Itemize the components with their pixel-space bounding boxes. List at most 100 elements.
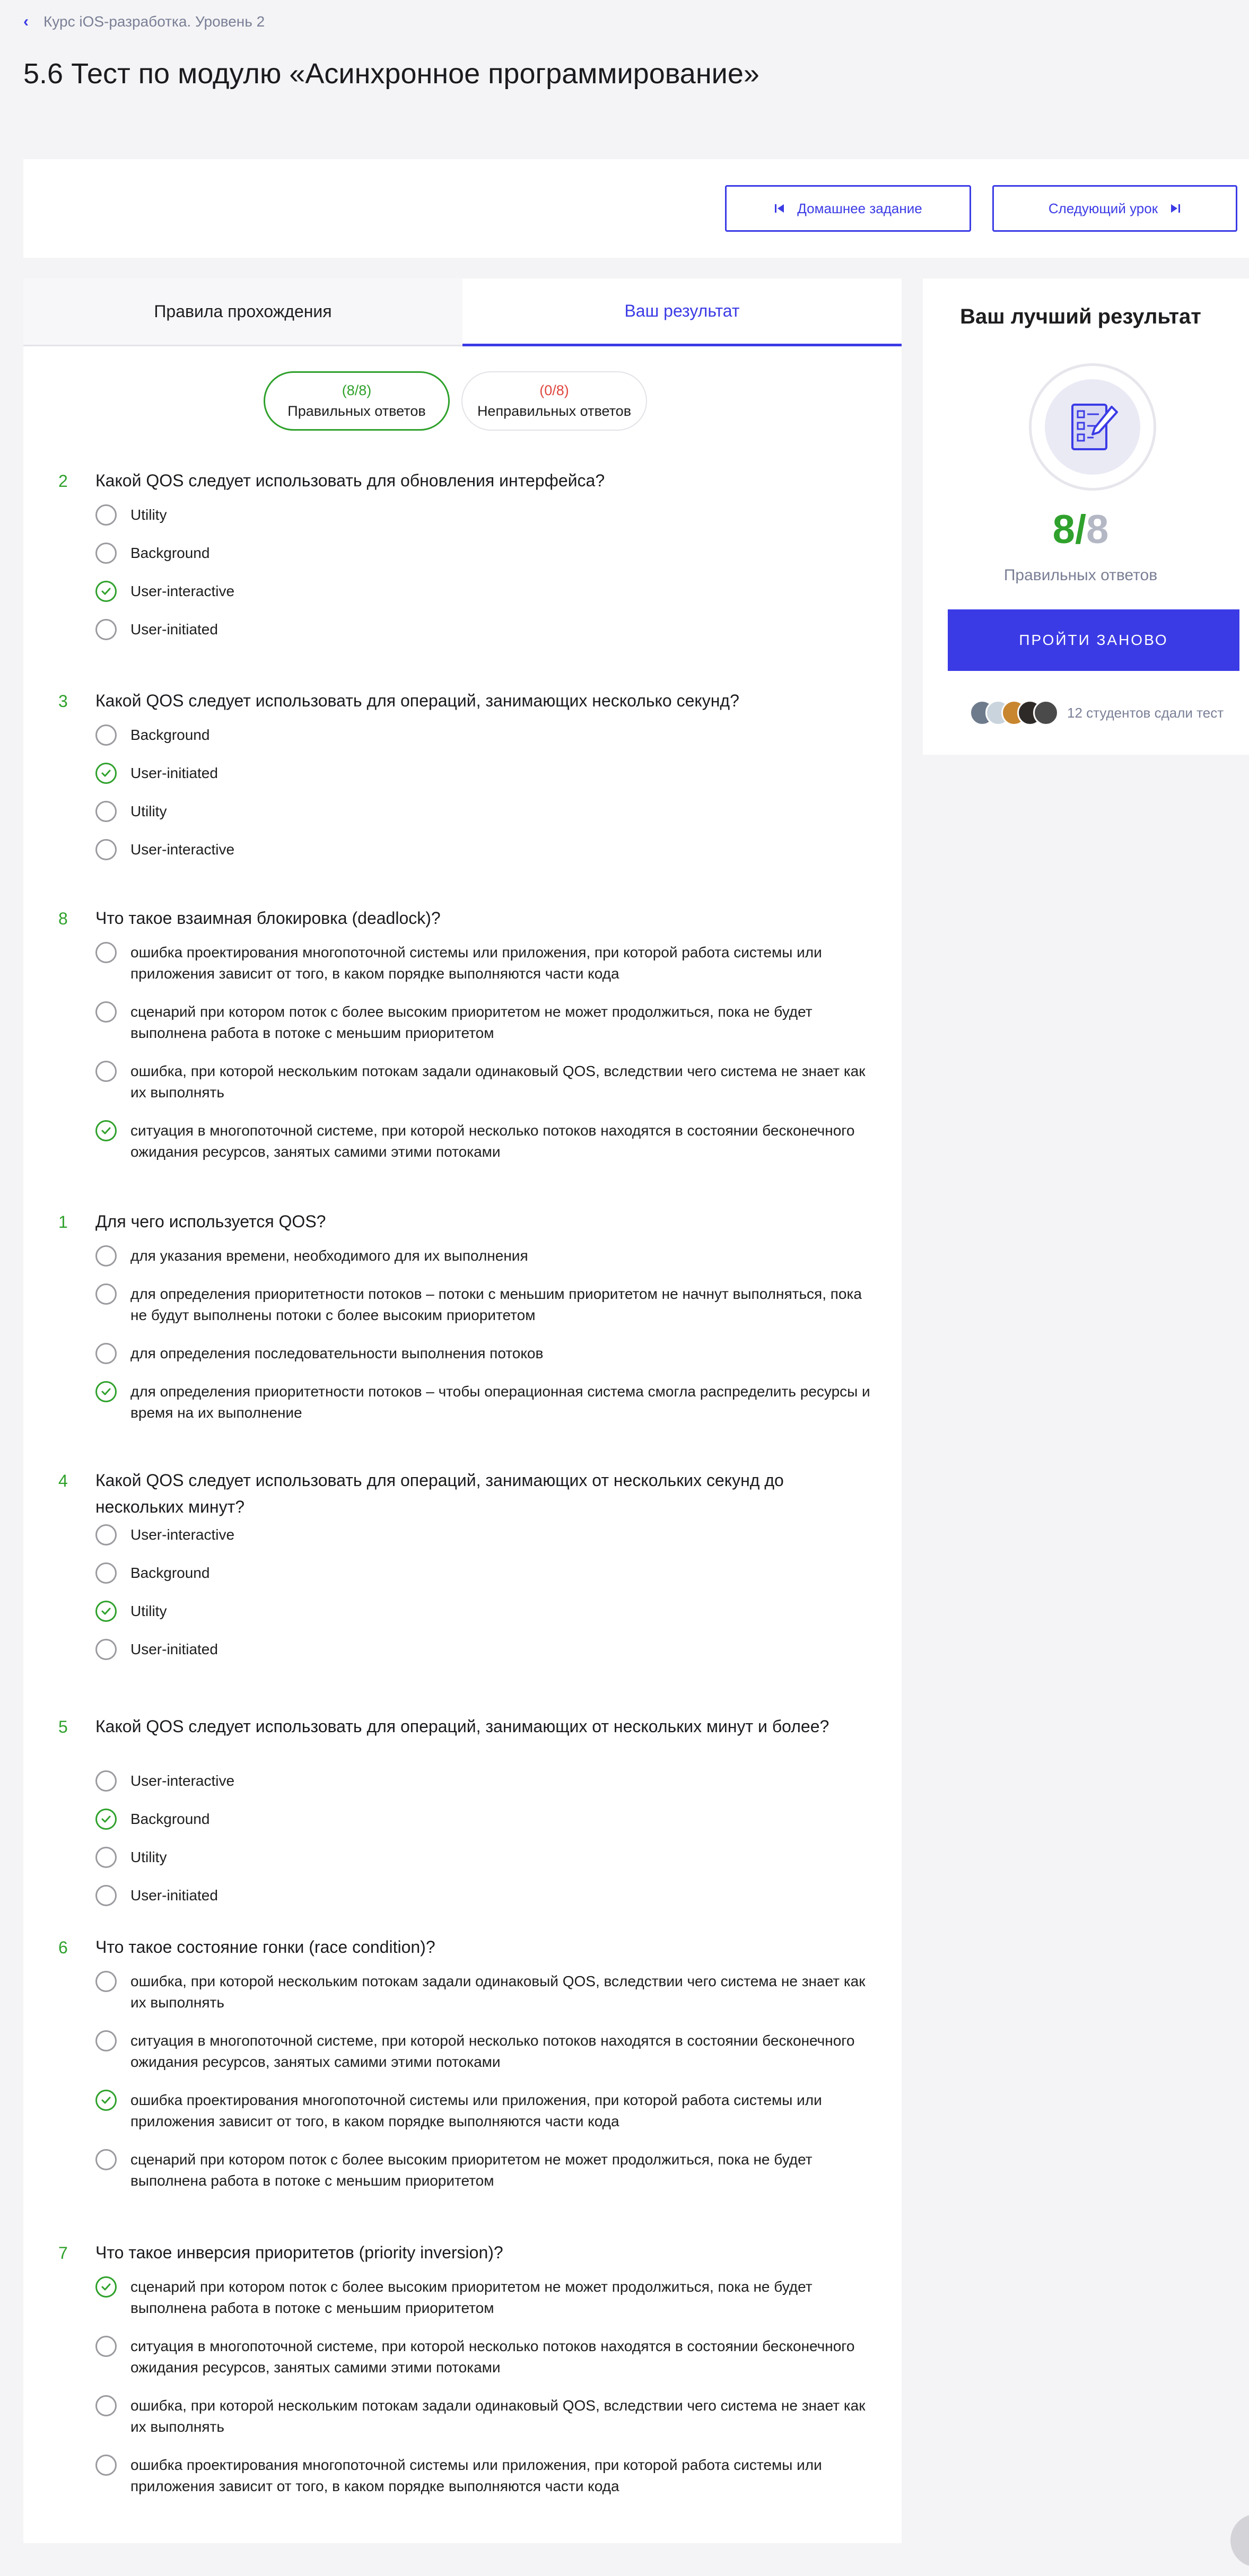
correct-check-icon[interactable]	[95, 581, 117, 602]
answer-option[interactable]: User-interactive	[95, 1770, 880, 1792]
answer-option[interactable]: User-initiated	[95, 1885, 880, 1906]
retry-test-button[interactable]: ПРОЙТИ ЗАНОВО	[948, 609, 1239, 671]
radio-icon[interactable]	[95, 942, 117, 963]
radio-icon[interactable]	[95, 1847, 117, 1868]
answer-option-label: сценарий при котором поток с более высок…	[130, 2151, 813, 2189]
best-result-title: Ваш лучший результат	[960, 305, 1201, 328]
chevron-left-icon[interactable]: ‹	[23, 13, 29, 31]
answer-option[interactable]: ошибка проектирования многопоточной сист…	[95, 2090, 880, 2132]
next-lesson-button[interactable]: Следующий урок	[992, 185, 1237, 232]
answer-option[interactable]: User-interactive	[95, 581, 880, 602]
radio-icon[interactable]	[95, 801, 117, 822]
wrong-answers-filter[interactable]: (0/8) Неправильных ответов	[461, 371, 647, 431]
answer-option-label: User-interactive	[130, 1526, 235, 1543]
correct-check-icon[interactable]	[95, 763, 117, 784]
radio-icon[interactable]	[95, 2149, 117, 2170]
wrong-label: Неправильных ответов	[477, 403, 632, 419]
student-avatars	[969, 700, 1059, 726]
answer-option[interactable]: Utility	[95, 1601, 880, 1622]
correct-check-icon[interactable]	[95, 1601, 117, 1622]
radio-icon[interactable]	[95, 2030, 117, 2051]
answer-option[interactable]: Background	[95, 543, 880, 564]
question-number: 1	[58, 1212, 68, 1232]
answer-option[interactable]: User-interactive	[95, 1524, 880, 1545]
answer-option[interactable]: ошибка проектирования многопоточной сист…	[95, 2455, 880, 2497]
answer-option[interactable]: для определения последовательности выпол…	[95, 1343, 880, 1364]
radio-icon[interactable]	[95, 839, 117, 860]
answer-option-label: User-initiated	[130, 1641, 218, 1657]
radio-icon[interactable]	[95, 1061, 117, 1082]
answer-option[interactable]: Utility	[95, 1847, 880, 1868]
answer-option[interactable]: ошибка проектирования многопоточной сист…	[95, 942, 880, 984]
answer-option-label: ошибка проектирования многопоточной сист…	[130, 2457, 822, 2494]
correct-check-icon[interactable]	[95, 2090, 117, 2111]
test-document-icon	[1029, 363, 1156, 491]
correct-answers-filter[interactable]: (8/8) Правильных ответов	[264, 371, 450, 431]
breadcrumb-course-link[interactable]: Курс iOS-разработка. Уровень 2	[43, 13, 265, 30]
radio-icon[interactable]	[95, 1770, 117, 1792]
question-number: 7	[58, 2243, 68, 2263]
answer-option[interactable]: ошибка, при которой нескольким потокам з…	[95, 1971, 880, 2013]
radio-icon[interactable]	[95, 1885, 117, 1906]
question-text: Что такое взаимная блокировка (deadlock)…	[95, 909, 441, 928]
answer-option-label: ситуация в многопоточной системе, при ко…	[130, 2032, 855, 2070]
students-passed-text: 12 студентов сдали тест	[1067, 704, 1224, 721]
answer-option[interactable]: для определения приоритетности потоков –…	[95, 1283, 880, 1326]
question-number: 2	[58, 471, 68, 491]
tab-your-result[interactable]: Ваш результат	[462, 278, 902, 346]
best-score-total: 8	[1086, 507, 1109, 552]
correct-check-icon[interactable]	[95, 2276, 117, 2298]
breadcrumb[interactable]: ‹ Курс iOS-разработка. Уровень 2	[23, 13, 265, 31]
radio-icon[interactable]	[95, 543, 117, 564]
answer-option[interactable]: ситуация в многопоточной системе, при ко…	[95, 2030, 880, 2073]
answer-option[interactable]: Background	[95, 1562, 880, 1584]
correct-check-icon[interactable]	[95, 1381, 117, 1402]
tabs: Правила прохождения Ваш результат	[23, 278, 902, 346]
answer-option-label: Utility	[130, 1849, 167, 1865]
answer-option-label: сценарий при котором поток с более высок…	[130, 2278, 813, 2316]
tab-rules[interactable]: Правила прохождения	[23, 278, 462, 346]
answer-option-label: ошибка, при которой нескольким потокам з…	[130, 2397, 866, 2435]
answer-option[interactable]: ситуация в многопоточной системе, при ко…	[95, 2336, 880, 2378]
radio-icon[interactable]	[95, 2455, 117, 2476]
radio-icon[interactable]	[95, 1001, 117, 1023]
radio-icon[interactable]	[95, 1971, 117, 1992]
radio-icon[interactable]	[95, 2336, 117, 2357]
answer-option[interactable]: ошибка, при которой нескольким потокам з…	[95, 2395, 880, 2438]
radio-icon[interactable]	[95, 724, 117, 746]
answer-option[interactable]: Background	[95, 724, 880, 746]
correct-check-icon[interactable]	[95, 1809, 117, 1830]
answer-option[interactable]: ситуация в многопоточной системе, при ко…	[95, 1120, 880, 1163]
answer-option[interactable]: сценарий при котором поток с более высок…	[95, 2149, 880, 2191]
radio-icon[interactable]	[95, 1283, 117, 1305]
answer-option[interactable]: для указания времени, необходимого для и…	[95, 1245, 880, 1267]
radio-icon[interactable]	[95, 1562, 117, 1584]
answer-option[interactable]: User-initiated	[95, 1639, 880, 1660]
answer-option[interactable]: User-initiated	[95, 619, 880, 640]
radio-icon[interactable]	[95, 504, 117, 526]
answer-option[interactable]: Utility	[95, 801, 880, 822]
homework-button[interactable]: Домашнее задание	[725, 185, 971, 232]
correct-check-icon[interactable]	[95, 1120, 117, 1141]
answer-option[interactable]: Utility	[95, 504, 880, 526]
answer-option-label: сценарий при котором поток с более высок…	[130, 1003, 813, 1041]
answer-option[interactable]: для определения приоритетности потоков –…	[95, 1381, 880, 1424]
radio-icon[interactable]	[95, 1639, 117, 1660]
radio-icon[interactable]	[95, 619, 117, 640]
answer-option-label: Utility	[130, 1603, 167, 1619]
answer-option[interactable]: User-interactive	[95, 839, 880, 860]
answer-option[interactable]: User-initiated	[95, 763, 880, 784]
correct-label: Правильных ответов	[287, 403, 426, 419]
radio-icon[interactable]	[95, 2395, 117, 2416]
answer-option[interactable]: сценарий при котором поток с более высок…	[95, 2276, 880, 2319]
answer-option[interactable]: сценарий при котором поток с более высок…	[95, 1001, 880, 1044]
radio-icon[interactable]	[95, 1524, 117, 1545]
radio-icon[interactable]	[95, 1343, 117, 1364]
answer-option-label: ошибка проектирования многопоточной сист…	[130, 944, 822, 982]
answer-option[interactable]: ошибка, при которой нескольким потокам з…	[95, 1061, 880, 1103]
help-chat-button[interactable]	[1230, 2514, 1249, 2567]
question-text: Какой QOS следует использовать для опера…	[95, 1717, 829, 1736]
radio-icon[interactable]	[95, 1245, 117, 1267]
answer-option[interactable]: Background	[95, 1809, 880, 1830]
answer-option-label: ошибка проектирования многопоточной сист…	[130, 2092, 822, 2129]
